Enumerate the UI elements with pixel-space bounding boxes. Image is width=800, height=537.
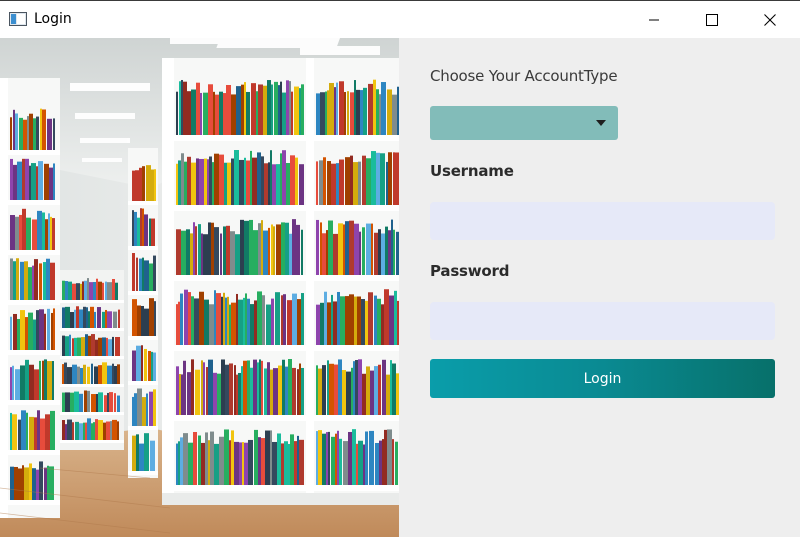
close-button[interactable] [741, 2, 799, 38]
account-type-select[interactable] [430, 106, 618, 140]
close-icon [764, 14, 776, 26]
library-illustration [0, 38, 399, 537]
minimize-icon [649, 19, 659, 21]
app-window-icon [9, 12, 27, 26]
minimize-button[interactable] [625, 2, 683, 38]
maximize-icon [706, 14, 718, 26]
password-label: Password [430, 262, 510, 280]
chevron-down-icon [596, 120, 606, 126]
username-label: Username [430, 162, 514, 180]
login-button[interactable]: Login [430, 359, 775, 398]
username-input[interactable] [430, 202, 775, 240]
maximize-button[interactable] [683, 2, 741, 38]
window-title: Login [34, 11, 72, 27]
title-bar[interactable]: Login [0, 0, 800, 38]
login-form: Choose Your AccountType Username Passwor… [399, 38, 800, 537]
password-input[interactable] [430, 302, 775, 340]
library-bookshelves-image [0, 38, 399, 537]
account-type-label: Choose Your AccountType [430, 67, 618, 85]
